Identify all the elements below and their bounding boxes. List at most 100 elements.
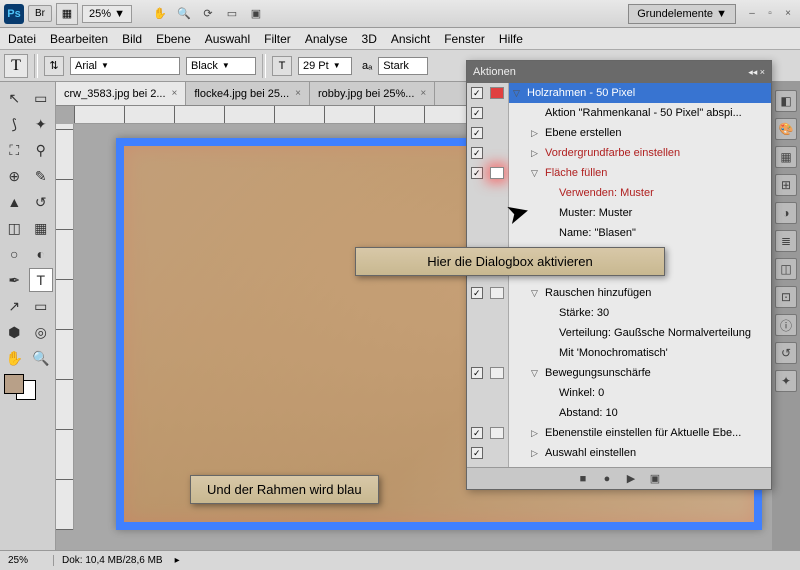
action-row[interactable]: Verwenden: Muster <box>509 183 771 203</box>
font-family-dropdown[interactable]: Arial▼ <box>70 57 180 75</box>
close-icon[interactable]: × <box>420 88 426 99</box>
action-row[interactable]: Aktion "Rahmenkanal - 50 Pixel" abspi... <box>509 103 771 123</box>
camera-tool[interactable]: ◎ <box>29 320 54 344</box>
action-row[interactable]: Muster: Muster <box>509 203 771 223</box>
action-row[interactable]: ▽Bewegungsunschärfe <box>509 363 771 383</box>
color-swatch[interactable] <box>2 372 53 402</box>
extra-panel-icon[interactable]: ✦ <box>775 370 797 392</box>
stamp-tool[interactable]: ▲ <box>2 190 27 214</box>
modal-toggle[interactable] <box>490 367 504 379</box>
workspace-dropdown[interactable]: Grundelemente ▼ <box>628 4 736 24</box>
action-row[interactable]: ▷Auswahl einstellen <box>509 443 771 463</box>
lasso-tool[interactable]: ⟆ <box>2 112 27 136</box>
info-panel-icon[interactable]: ⓘ <box>775 314 797 336</box>
path-tool[interactable]: ↗ <box>2 294 27 318</box>
action-row[interactable]: ▷Vordergrundfarbe einstellen <box>509 143 771 163</box>
heal-tool[interactable]: ⊕ <box>2 164 27 188</box>
close-icon[interactable]: × <box>295 88 301 99</box>
marquee-tool[interactable]: ▭ <box>29 86 54 110</box>
action-row[interactable]: Mit 'Monochromatisch' <box>509 343 771 363</box>
type-tool[interactable]: T <box>29 268 54 292</box>
hand-icon[interactable]: ✋ <box>150 4 170 24</box>
tab-flocke4[interactable]: flocke4.jpg bei 25...× <box>186 82 310 105</box>
menu-ebene[interactable]: Ebene <box>156 32 191 46</box>
tab-robby[interactable]: robby.jpg bei 25%...× <box>310 82 435 105</box>
collapse-icon[interactable]: ◂◂ × <box>748 67 765 78</box>
menu-auswahl[interactable]: Auswahl <box>205 32 250 46</box>
shape-tool[interactable]: ▭ <box>29 294 54 318</box>
dodge-tool[interactable]: ◐ <box>29 242 54 266</box>
foreground-color[interactable] <box>4 374 24 394</box>
record-icon[interactable]: ● <box>600 472 614 486</box>
history-panel-icon[interactable]: ↺ <box>775 342 797 364</box>
action-checkbox[interactable]: ✓ <box>471 147 483 159</box>
modal-toggle[interactable] <box>490 287 504 299</box>
menu-datei[interactable]: Datei <box>8 32 36 46</box>
action-row[interactable]: ▷Ebenenstile einstellen für Aktuelle Ebe… <box>509 423 771 443</box>
play-icon[interactable]: ▸ <box>175 555 180 566</box>
menu-bild[interactable]: Bild <box>122 32 142 46</box>
crop-tool[interactable]: ⛶ <box>2 138 27 162</box>
menu-bearbeiten[interactable]: Bearbeiten <box>50 32 108 46</box>
modal-toggle[interactable] <box>490 427 504 439</box>
hand-tool[interactable]: ✋ <box>2 346 27 370</box>
blur-tool[interactable]: ○ <box>2 242 27 266</box>
styles-panel-icon[interactable]: ▦ <box>775 146 797 168</box>
close-icon[interactable]: × <box>172 88 178 99</box>
action-row[interactable]: Verteilung: Gaußsche Normalverteilung <box>509 323 771 343</box>
modal-toggle[interactable] <box>490 87 504 99</box>
action-checkbox[interactable]: ✓ <box>471 287 483 299</box>
play-icon[interactable]: ▶ <box>624 472 638 486</box>
zoom-tool[interactable]: 🔍 <box>29 346 54 370</box>
menu-ansicht[interactable]: Ansicht <box>391 32 430 46</box>
color-panel-icon[interactable]: ◧ <box>775 90 797 112</box>
navigator-panel-icon[interactable]: ⊡ <box>775 286 797 308</box>
maximize-button[interactable]: ▫ <box>762 7 778 21</box>
text-orient-icon[interactable]: ⇅ <box>44 56 64 76</box>
adjustments-panel-icon[interactable]: ⊞ <box>775 174 797 196</box>
3d-tool[interactable]: ⬢ <box>2 320 27 344</box>
tab-crw3583[interactable]: crw_3583.jpg bei 2...× <box>56 82 186 105</box>
rotate-icon[interactable]: ⟳ <box>198 4 218 24</box>
action-row[interactable]: ▽Fläche füllen <box>509 163 771 183</box>
history-brush-tool[interactable]: ↺ <box>29 190 54 214</box>
status-zoom[interactable]: 25% <box>4 555 54 566</box>
slideshow-icon[interactable]: ▦ <box>56 3 78 25</box>
modal-toggle[interactable] <box>490 167 504 179</box>
action-row[interactable]: Winkel: 0 <box>509 383 771 403</box>
close-button[interactable]: × <box>780 7 796 21</box>
font-weight-dropdown[interactable]: Black▼ <box>186 57 256 75</box>
wand-tool[interactable]: ✦ <box>29 112 54 136</box>
layout-icon[interactable]: ▭ <box>222 4 242 24</box>
action-checkbox[interactable]: ✓ <box>471 367 483 379</box>
action-checkbox[interactable]: ✓ <box>471 447 483 459</box>
eyedropper-tool[interactable]: ⚲ <box>29 138 54 162</box>
gradient-tool[interactable]: ▦ <box>29 216 54 240</box>
pen-tool[interactable]: ✒ <box>2 268 27 292</box>
move-tool[interactable]: ↖ <box>2 86 27 110</box>
action-checkbox[interactable]: ✓ <box>471 167 483 179</box>
bridge-button[interactable]: Br <box>28 5 52 22</box>
screen-icon[interactable]: ▣ <box>246 4 266 24</box>
eraser-tool[interactable]: ◫ <box>2 216 27 240</box>
minimize-button[interactable]: – <box>744 7 760 21</box>
action-checkbox[interactable]: ✓ <box>471 107 483 119</box>
action-row[interactable]: ▽Rauschen hinzufügen <box>509 283 771 303</box>
zoom-icon[interactable]: 🔍 <box>174 4 194 24</box>
action-row[interactable]: Stärke: 30 <box>509 303 771 323</box>
menu-3d[interactable]: 3D <box>362 32 377 46</box>
channels-panel-icon[interactable]: ◫ <box>775 258 797 280</box>
menu-fenster[interactable]: Fenster <box>444 32 485 46</box>
menu-hilfe[interactable]: Hilfe <box>499 32 523 46</box>
action-row[interactable]: Abstand: 10 <box>509 403 771 423</box>
actions-panel-header[interactable]: Aktionen ◂◂ × <box>467 61 771 83</box>
newfolder-icon[interactable]: ▣ <box>648 472 662 486</box>
antialias-dropdown[interactable]: Stark <box>378 57 428 75</box>
menu-filter[interactable]: Filter <box>264 32 291 46</box>
menu-analyse[interactable]: Analyse <box>305 32 348 46</box>
action-checkbox[interactable]: ✓ <box>471 427 483 439</box>
zoom-dropdown[interactable]: 25% ▼ <box>82 5 132 23</box>
stop-icon[interactable]: ■ <box>576 472 590 486</box>
swatches-panel-icon[interactable]: 🎨 <box>775 118 797 140</box>
masks-panel-icon[interactable]: ◑ <box>775 202 797 224</box>
